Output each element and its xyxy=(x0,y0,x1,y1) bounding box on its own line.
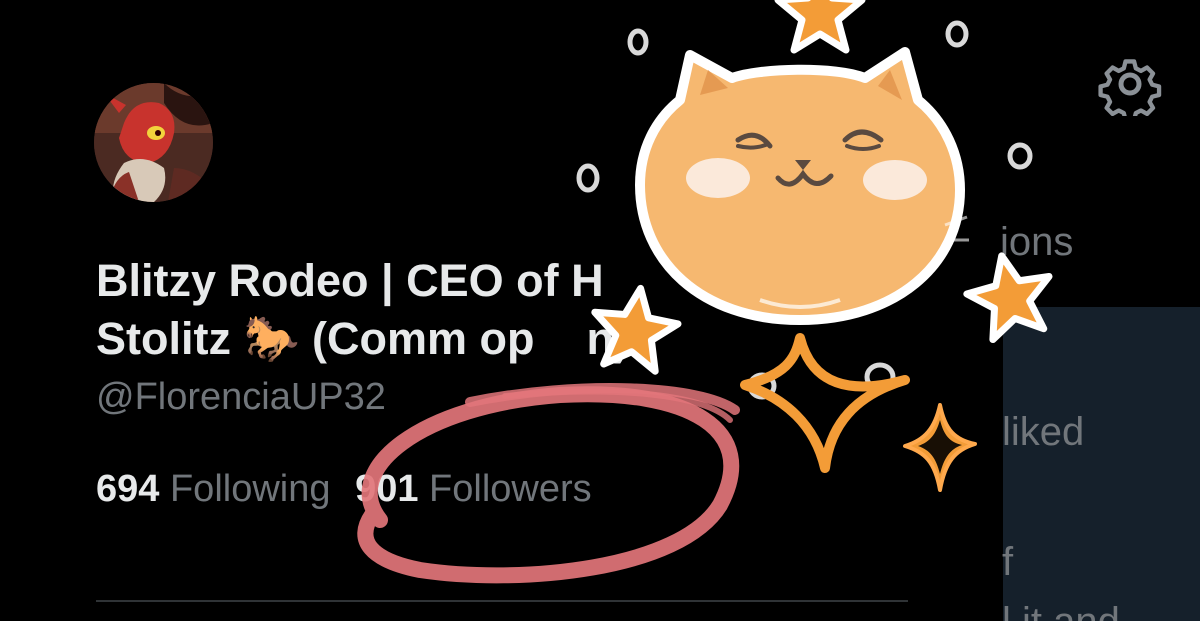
gear-icon[interactable] xyxy=(1098,52,1162,116)
divider xyxy=(96,600,908,602)
followers-label: Followers xyxy=(429,468,592,510)
side-text-liked: liked xyxy=(1002,410,1085,454)
profile-handle: @FlorenciaUP32 xyxy=(96,376,386,418)
following-label: Following xyxy=(169,468,331,510)
display-name-line-2: Stolitz 🐎 (Comm op n) xyxy=(96,310,696,368)
side-text-it-and: l it and xyxy=(1002,600,1120,621)
star-top xyxy=(774,0,866,54)
followers-count: 901 xyxy=(355,468,419,510)
followers-link[interactable]: 901 Followers xyxy=(355,468,592,511)
side-text-f: f xyxy=(1002,540,1014,584)
display-name: Blitzy Rodeo | CEO of H Stolitz 🐎 (Comm … xyxy=(96,252,696,368)
display-name-line-2-start: Stolitz 🐎 (Comm op xyxy=(96,313,535,364)
side-panel xyxy=(1003,307,1200,621)
following-count: 694 xyxy=(96,468,160,510)
side-text-ions: ions xyxy=(1000,220,1074,264)
following-link[interactable]: 694 Following xyxy=(96,468,331,511)
display-name-line-1: Blitzy Rodeo | CEO of H xyxy=(96,255,604,306)
avatar[interactable] xyxy=(94,83,213,202)
display-name-line-2-end: n) xyxy=(586,313,629,364)
sparkle-small xyxy=(903,403,977,492)
follow-stats: 694 Following 901 Followers xyxy=(96,468,592,511)
sparkle-large xyxy=(740,333,910,473)
avatar-image xyxy=(94,83,213,202)
